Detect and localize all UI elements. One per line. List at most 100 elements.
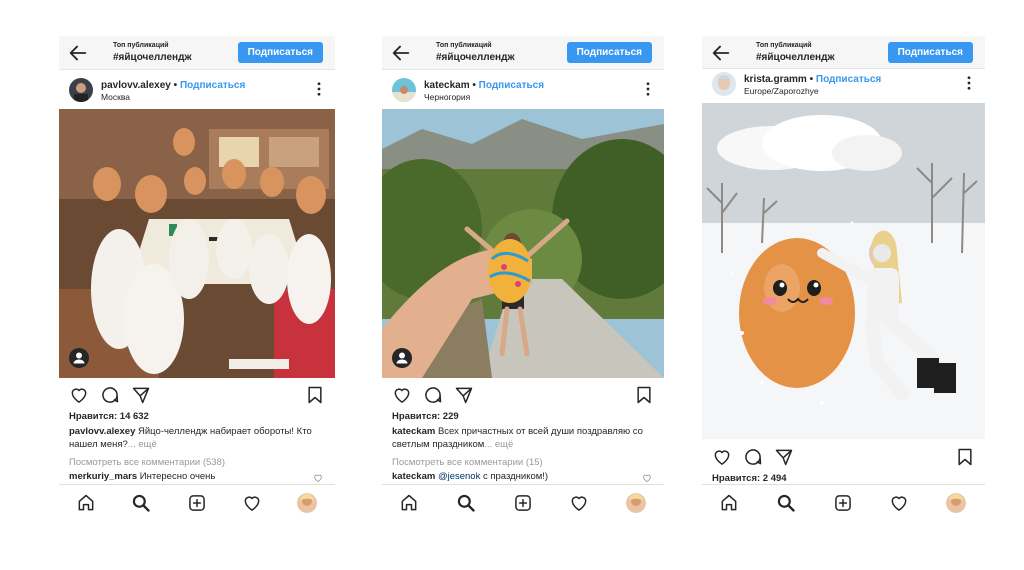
follow-link[interactable]: Подписаться (816, 74, 881, 85)
profile-avatar[interactable] (297, 493, 317, 513)
follow-hashtag-button[interactable]: Подписаться (566, 42, 652, 63)
bottom-nav (382, 484, 664, 520)
profile-avatar[interactable] (626, 493, 646, 513)
heart-icon[interactable] (69, 385, 89, 405)
user-tag-icon[interactable] (69, 348, 89, 368)
follow-hashtag-button[interactable]: Подписаться (237, 42, 323, 63)
heart-icon[interactable] (712, 447, 732, 467)
user-tag-icon[interactable] (392, 348, 412, 368)
post-screen-2: Топ публикаций #яйцочеллендж Подписаться… (382, 36, 664, 520)
add-icon[interactable] (187, 493, 207, 513)
location[interactable]: Europe/Zaporozhye (744, 86, 819, 96)
comment-text: с праздником!) (480, 471, 549, 482)
likes-count[interactable]: Нравится: 14 632 (69, 411, 149, 422)
post-actions (59, 382, 335, 408)
hashtag-title: #яйцочеллендж (113, 52, 192, 63)
heart-icon[interactable] (392, 385, 412, 405)
more-icon[interactable] (646, 82, 650, 96)
comment-row: kateckam @jesenok с праздником!) (392, 471, 644, 482)
view-comments-link[interactable]: Посмотреть все комментарии (15) (392, 457, 543, 468)
avatar[interactable] (712, 72, 736, 96)
caption-username[interactable]: kateckam (392, 426, 435, 437)
post-username-line: krista.gramm • Подписаться (744, 74, 882, 85)
post-header: pavlovv.alexey • Подписаться Москва (59, 74, 335, 108)
share-icon[interactable] (774, 447, 794, 467)
profile-avatar[interactable] (946, 493, 966, 513)
comment-username[interactable]: merkuriy_mars (69, 471, 137, 482)
comment-heart-icon[interactable] (642, 473, 652, 483)
add-icon[interactable] (833, 493, 853, 513)
top-bar: Топ публикаций #яйцочеллендж Подписаться (59, 36, 335, 70)
header-subtitle: Топ публикаций (436, 42, 492, 49)
avatar[interactable] (69, 78, 93, 102)
comment-username[interactable]: kateckam (392, 471, 435, 482)
hashtag-title: #яйцочеллендж (436, 52, 515, 63)
activity-heart-icon[interactable] (242, 493, 262, 513)
likes-count[interactable]: Нравится: 229 (392, 411, 459, 422)
header-subtitle: Топ публикаций (756, 42, 812, 49)
home-icon[interactable] (76, 493, 96, 513)
username[interactable]: krista.gramm (744, 74, 807, 85)
post-actions (702, 444, 985, 470)
likes-count[interactable]: Нравится: 2 494 (712, 473, 787, 484)
comment-mention[interactable]: @jesenok (438, 471, 480, 482)
location[interactable]: Москва (101, 92, 130, 102)
caption: kateckam Всех причастных от всей души по… (392, 425, 652, 451)
follow-link[interactable]: Подписаться (479, 80, 544, 91)
bottom-nav (59, 484, 335, 520)
top-bar: Топ публикаций #яйцочеллендж Подписаться (382, 36, 664, 70)
share-icon[interactable] (131, 385, 151, 405)
activity-heart-icon[interactable] (569, 493, 589, 513)
hashtag-title: #яйцочеллендж (756, 52, 835, 63)
post-header: krista.gramm • Подписаться Europe/Zaporo… (702, 68, 985, 102)
comment-text: Интересно очень (137, 471, 216, 482)
post-photo[interactable] (382, 109, 664, 378)
post-header: kateckam • Подписаться Черногория (382, 74, 664, 108)
post-username-line: kateckam • Подписаться (424, 80, 545, 91)
home-icon[interactable] (399, 493, 419, 513)
comment-icon[interactable] (423, 385, 443, 405)
view-comments-link[interactable]: Посмотреть все комментарии (538) (69, 457, 225, 468)
caption-username[interactable]: pavlovv.alexey (69, 426, 135, 437)
username[interactable]: kateckam (424, 80, 470, 91)
search-icon[interactable] (456, 493, 476, 513)
bookmark-icon[interactable] (305, 385, 325, 405)
caption: pavlovv.alexey Яйцо-челлендж набирает об… (69, 425, 323, 451)
back-arrow-icon[interactable] (67, 42, 89, 64)
post-username-line: pavlovv.alexey • Подписаться (101, 80, 246, 91)
post-actions (382, 382, 664, 408)
back-arrow-icon[interactable] (390, 42, 412, 64)
photo-easter-egg-nature (382, 109, 664, 378)
post-screen-1: Топ публикаций #яйцочеллендж Подписаться… (59, 36, 335, 520)
home-icon[interactable] (719, 493, 739, 513)
search-icon[interactable] (776, 493, 796, 513)
caption-more-link[interactable]: ... ещё (128, 439, 157, 450)
back-arrow-icon[interactable] (710, 42, 732, 64)
photo-snow-egg (702, 103, 985, 439)
bookmark-icon[interactable] (634, 385, 654, 405)
comment-icon[interactable] (743, 447, 763, 467)
search-icon[interactable] (131, 493, 151, 513)
more-icon[interactable] (317, 82, 321, 96)
comment-icon[interactable] (100, 385, 120, 405)
follow-hashtag-button[interactable]: Подписаться (887, 42, 973, 63)
bottom-nav (702, 484, 985, 520)
more-icon[interactable] (967, 76, 971, 90)
bookmark-icon[interactable] (955, 447, 975, 467)
post-photo[interactable] (702, 103, 985, 439)
add-icon[interactable] (513, 493, 533, 513)
post-photo[interactable] (59, 109, 335, 378)
caption-more-link[interactable]: ... ещё (484, 439, 513, 450)
follow-link[interactable]: Подписаться (180, 80, 245, 91)
comment-heart-icon[interactable] (313, 473, 323, 483)
avatar[interactable] (392, 78, 416, 102)
share-icon[interactable] (454, 385, 474, 405)
photo-party-table (59, 109, 335, 378)
comment-row: merkuriy_mars Интересно очень (69, 471, 315, 482)
post-screen-3: Топ публикаций #яйцочеллендж Подписаться… (702, 36, 985, 520)
username[interactable]: pavlovv.alexey (101, 80, 171, 91)
header-subtitle: Топ публикаций (113, 42, 169, 49)
top-bar: Топ публикаций #яйцочеллендж Подписаться (702, 36, 985, 69)
activity-heart-icon[interactable] (889, 493, 909, 513)
location[interactable]: Черногория (424, 92, 470, 102)
